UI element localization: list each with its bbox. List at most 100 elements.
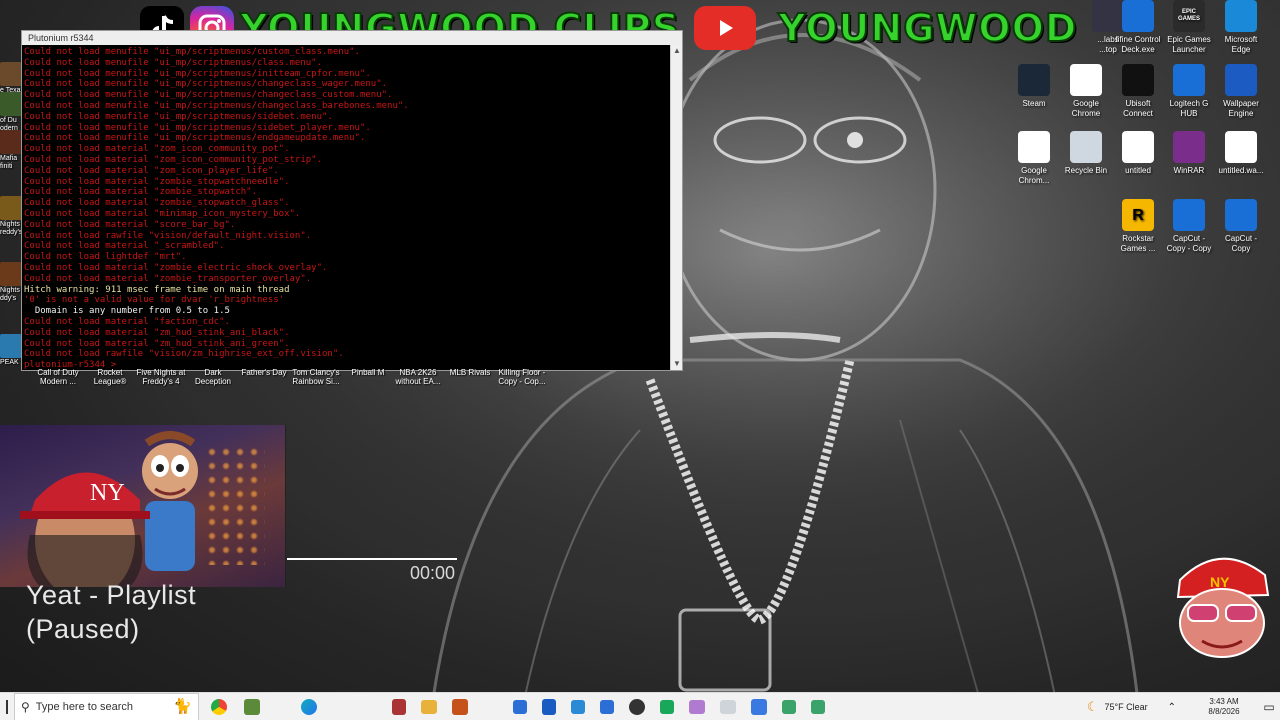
- app-icon: [0, 62, 22, 86]
- start-button[interactable]: [0, 693, 14, 720]
- console-scrollbar[interactable]: ▲ ▼: [670, 45, 682, 370]
- desktop-icon-label[interactable]: MLB Rivals: [442, 368, 498, 377]
- desktop-icon-label[interactable]: Dark Deception: [185, 368, 241, 386]
- desktop-icon[interactable]: Google Chrome: [1060, 64, 1112, 119]
- app-icon: [1122, 0, 1154, 32]
- desktop-icon[interactable]: R Rockstar Games ...: [1112, 199, 1164, 254]
- app-icon: R: [1122, 199, 1154, 231]
- desktop-icon[interactable]: CapCut - Copy: [1215, 199, 1267, 254]
- console-title: Plutonium r5344: [28, 33, 94, 43]
- desktop-icon[interactable]: Ubisoft Connect: [1112, 64, 1164, 119]
- svg-text:NY: NY: [1210, 574, 1230, 590]
- scroll-down-icon[interactable]: ▼: [671, 358, 683, 370]
- playlist-title: Yeat - Playlist: [26, 580, 197, 610]
- desktop-icon-label: Google Chrom...: [1018, 166, 1050, 185]
- desktop-icon-label: Wallpaper Engine: [1223, 99, 1259, 118]
- svg-text:NY: NY: [90, 480, 125, 506]
- desktop-icon-label[interactable]: NBA 2K26 without EA...: [390, 368, 446, 386]
- console-line: Could not load material "zom_icon_commun…: [24, 154, 323, 165]
- app-gray-taskbar-icon[interactable]: [720, 699, 736, 714]
- minecraft-taskbar-icon[interactable]: [244, 698, 260, 715]
- desktop-icon-label[interactable]: Tom Clancy's Rainbow Si...: [288, 368, 344, 386]
- app-green2-taskbar-icon[interactable]: [782, 699, 796, 714]
- app-icon: [0, 130, 22, 154]
- desktop-icon-left[interactable]: PEAK: [0, 334, 22, 367]
- taskbar-search[interactable]: ⚲ Type here to search 🐈: [14, 692, 199, 720]
- app-orange-taskbar-icon[interactable]: [452, 698, 468, 715]
- console-line: Could not load rawfile "vision/zm_highri…: [24, 349, 344, 360]
- obs-taskbar-icon[interactable]: [629, 698, 645, 715]
- scroll-up-icon[interactable]: ▲: [671, 45, 683, 57]
- desktop-icon-label: Recycle Bin: [1064, 166, 1108, 175]
- desktop-icon[interactable]: Wallpaper Engine: [1215, 64, 1267, 119]
- desktop-icon-label[interactable]: Pinball M: [340, 368, 396, 377]
- file-explorer-icon[interactable]: [421, 699, 437, 714]
- desktop-icon[interactable]: Steam: [1008, 64, 1060, 109]
- desktop-icon-label[interactable]: Call of Duty Modern ...: [30, 368, 86, 386]
- desktop-icon[interactable]: fifine Control Deck.exe: [1112, 0, 1164, 55]
- desktop-icon[interactable]: untitled.wa...: [1215, 131, 1267, 176]
- desktop-icon-label[interactable]: Father's Day: [236, 368, 292, 377]
- desktop-icon[interactable]: WinRAR: [1163, 131, 1215, 176]
- app-icon: [1070, 131, 1102, 163]
- playlist-time: 00:00: [410, 563, 456, 583]
- desktop-icon-left[interactable]: Mafia finiti: [0, 130, 22, 171]
- app-red-taskbar-icon[interactable]: [392, 698, 406, 715]
- console-line: Could not load material "zombie_stopwatc…: [24, 187, 257, 198]
- desktop-icon[interactable]: untitled: [1112, 131, 1164, 176]
- gamepad-taskbar-icon[interactable]: [689, 699, 705, 714]
- app-icon: [1122, 131, 1154, 163]
- app-icon: EPIC GAMES: [1173, 0, 1205, 32]
- app-icon: [0, 334, 22, 358]
- weather-widget[interactable]: ☾ 75°F Clear: [1087, 699, 1148, 715]
- app-icon: [1173, 131, 1205, 163]
- chevron-up-icon[interactable]: ⌃: [1168, 702, 1176, 713]
- console-line: Could not load rawfile "vision/default_n…: [24, 230, 312, 241]
- desktop-icon[interactable]: EPIC GAMES Epic Games Launcher: [1163, 0, 1215, 55]
- console-titlebar[interactable]: Plutonium r5344: [22, 31, 682, 45]
- desktop-icon[interactable]: Logitech G HUB: [1163, 64, 1215, 119]
- console-line: Could not load material "zombie_transpor…: [24, 273, 312, 284]
- app-icon: [1122, 64, 1154, 96]
- desktop-icon-left[interactable]: Nights reddy's: [0, 196, 22, 237]
- desktop-icon-label[interactable]: Killing Floor - Copy - Cop...: [494, 368, 550, 386]
- desktop-icon-left[interactable]: Nights ddy's: [0, 262, 22, 303]
- edge-taskbar-icon[interactable]: [301, 698, 317, 715]
- security-taskbar-icon[interactable]: [542, 698, 556, 715]
- clock-time: 3:43 AM: [1209, 697, 1239, 706]
- app-window-taskbar-icon[interactable]: [571, 699, 585, 714]
- cat-icon: 🐈: [173, 697, 192, 715]
- desktop-icon-label[interactable]: Five Nights at Freddy's 4: [133, 368, 189, 386]
- notification-icon[interactable]: ▭: [1258, 700, 1280, 714]
- console-line: Could not load material "zombie_electric…: [24, 262, 328, 273]
- desktop-icon[interactable]: Recycle Bin: [1060, 131, 1112, 176]
- desktop-icon-left[interactable]: of Du odern: [0, 92, 22, 133]
- desktop-icon[interactable]: Microsoft Edge: [1215, 0, 1267, 55]
- playlist-progress-bar[interactable]: [287, 558, 457, 560]
- desktop-icon-label[interactable]: Rocket League®: [82, 368, 138, 386]
- desktop-icon-label: Microsoft Edge: [1224, 35, 1258, 54]
- app-icon: [1173, 199, 1205, 231]
- app-green-taskbar-icon[interactable]: [660, 699, 674, 714]
- console-line: Could not load menufile "ui_mp/scriptmen…: [24, 133, 366, 144]
- taskbar: ⚲ Type here to search 🐈 ☾ 75°F Clear ⌃ 3…: [0, 692, 1280, 720]
- chrome-taskbar-icon[interactable]: [211, 698, 227, 715]
- console-line: Could not load lightdef "mrt".: [24, 252, 187, 263]
- desktop-icon-label: Nights ddy's: [0, 287, 20, 302]
- plutonium-console-window[interactable]: Plutonium r5344 Could not load menufile …: [21, 30, 683, 371]
- app-selected-taskbar-icon[interactable]: [751, 698, 767, 715]
- desktop-icon-label: Steam: [1022, 99, 1046, 108]
- app-green3-taskbar-icon[interactable]: [811, 699, 825, 714]
- desktop-icon[interactable]: Google Chrom...: [1008, 131, 1060, 186]
- console-line: Could not load material "_scrambled".: [24, 241, 225, 252]
- desktop-icon[interactable]: CapCut - Copy - Copy: [1163, 199, 1215, 254]
- console-line: Could not load menufile "ui_mp/scriptmen…: [24, 47, 360, 57]
- playlist-status: (Paused): [26, 614, 140, 644]
- console-line: Could not load menufile "ui_mp/scriptmen…: [24, 90, 393, 101]
- app-window2-taskbar-icon[interactable]: [600, 699, 614, 714]
- console-line: Could not load material "zm_hud_stink_an…: [24, 327, 290, 338]
- app-blue-taskbar-icon[interactable]: [513, 699, 527, 714]
- taskbar-clock[interactable]: 3:43 AM 8/8/2026: [1194, 697, 1254, 717]
- console-line: Could not load material "minimap_icon_my…: [24, 208, 301, 219]
- desktop-icon-label: WinRAR: [1173, 166, 1205, 175]
